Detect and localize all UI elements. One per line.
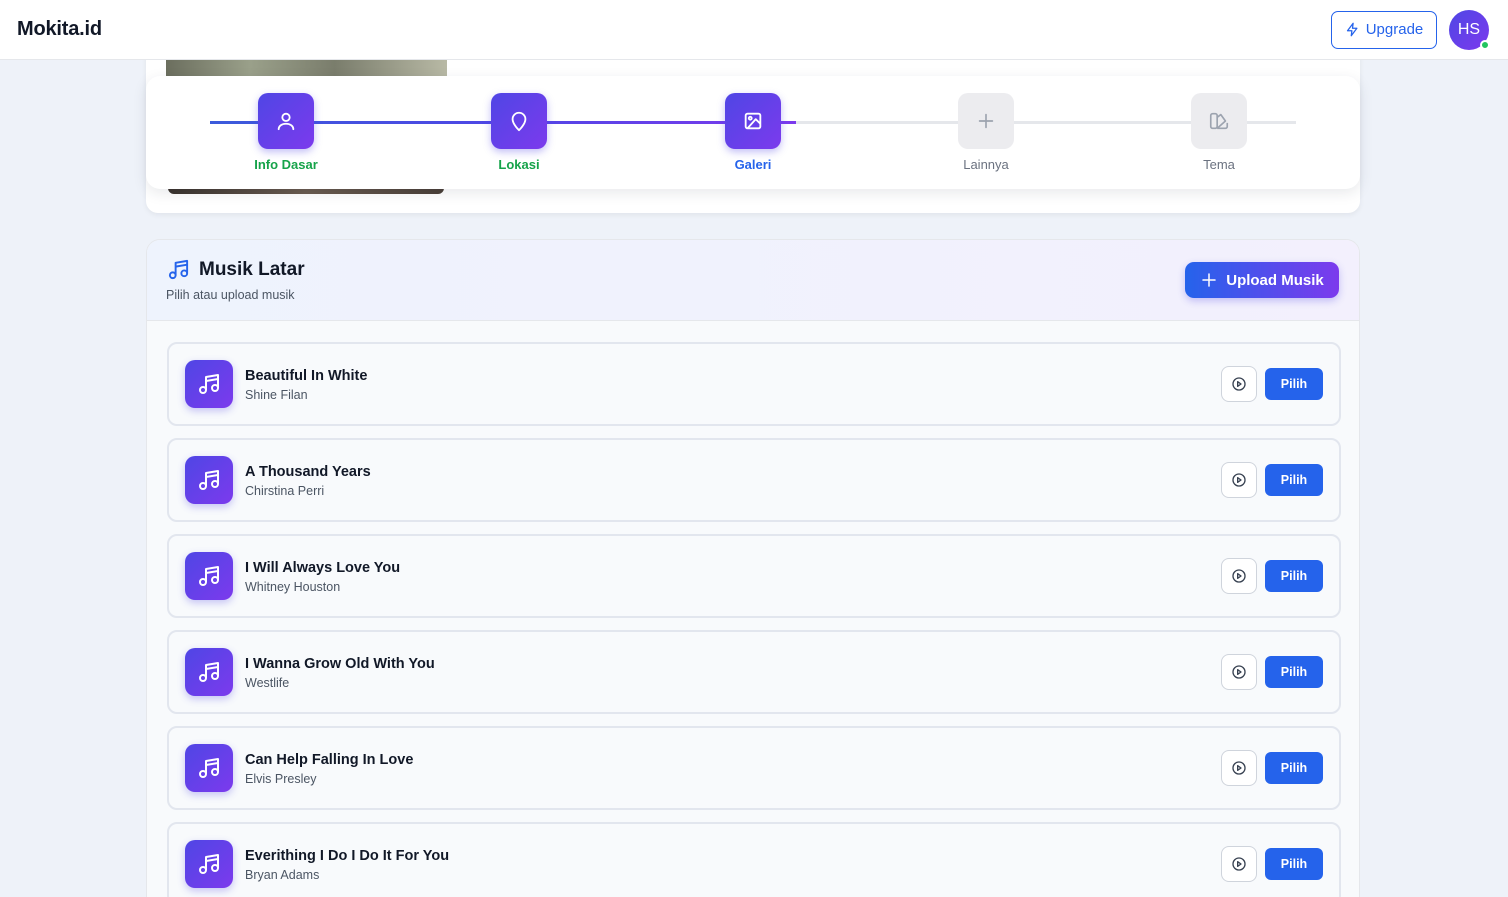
step-label: Lainnya <box>963 157 1009 172</box>
play-preview-button[interactable] <box>1221 654 1257 690</box>
select-song-button[interactable]: Pilih <box>1265 560 1323 592</box>
play-circle-icon <box>1232 473 1246 487</box>
plus-icon <box>978 113 994 129</box>
step-lokasi[interactable]: Lokasi <box>459 93 579 172</box>
song-title: Can Help Falling In Love <box>245 752 414 768</box>
play-circle-icon <box>1232 857 1246 871</box>
select-song-button[interactable]: Pilih <box>1265 656 1323 688</box>
song-icon-box <box>185 840 233 888</box>
music-note-icon <box>199 566 219 586</box>
play-preview-button[interactable] <box>1221 462 1257 498</box>
upload-music-label: Upload Musik <box>1226 271 1324 289</box>
play-circle-icon <box>1232 569 1246 583</box>
header-actions: Upgrade HS <box>1331 9 1490 50</box>
step-galeri[interactable]: Galeri <box>693 93 813 172</box>
play-preview-button[interactable] <box>1221 846 1257 882</box>
song-icon-box <box>185 648 233 696</box>
play-preview-button[interactable] <box>1221 750 1257 786</box>
palette-icon <box>1209 112 1229 130</box>
song-artist: Westlife <box>245 676 290 690</box>
step-icon-box <box>725 93 781 149</box>
plus-icon <box>1202 273 1216 287</box>
music-section: Musik Latar Pilih atau upload musik Uplo… <box>146 239 1360 897</box>
top-navbar: Mokita.id Upgrade HS <box>0 0 1508 60</box>
song-artist: Bryan Adams <box>245 868 320 882</box>
music-section-header: Musik Latar Pilih atau upload musik Uplo… <box>147 240 1359 321</box>
play-circle-icon <box>1232 665 1246 679</box>
section-subtitle: Pilih atau upload musik <box>166 288 295 302</box>
section-title: Musik Latar <box>199 258 305 280</box>
song-item[interactable]: Can Help Falling In Love Elvis Presley P… <box>167 726 1341 810</box>
song-title: Beautiful In White <box>245 368 368 384</box>
step-label: Lokasi <box>498 157 540 172</box>
song-icon-box <box>185 552 233 600</box>
song-title: Everithing I Do I Do It For You <box>245 848 450 864</box>
music-note-icon <box>168 259 189 280</box>
upgrade-label: Upgrade <box>1365 21 1424 38</box>
song-title: I Wanna Grow Old With You <box>245 656 435 672</box>
music-note-icon <box>199 470 219 490</box>
gallery-photo[interactable] <box>166 60 447 76</box>
avatar[interactable]: HS <box>1449 9 1490 50</box>
brand-logo[interactable]: Mokita.id <box>17 18 102 41</box>
play-circle-icon <box>1232 377 1246 391</box>
play-preview-button[interactable] <box>1221 366 1257 402</box>
song-artist: Shine Filan <box>245 388 308 402</box>
music-note-icon <box>199 662 219 682</box>
select-song-button[interactable]: Pilih <box>1265 848 1323 880</box>
music-note-icon <box>199 758 219 778</box>
step-icon-box <box>491 93 547 149</box>
user-icon <box>277 112 295 131</box>
online-status-dot <box>1480 39 1490 50</box>
select-song-button[interactable]: Pilih <box>1265 368 1323 400</box>
song-icon-box <box>185 456 233 504</box>
song-list: Beautiful In White Shine Filan Pilih A T… <box>167 342 1341 897</box>
upload-music-button[interactable]: Upload Musik <box>1185 262 1339 298</box>
image-icon <box>744 112 762 130</box>
music-title-row: Musik Latar <box>167 258 305 281</box>
step-icon-box <box>1191 93 1247 149</box>
step-icon-box <box>258 93 314 149</box>
step-info-dasar[interactable]: Info Dasar <box>226 93 346 172</box>
select-song-button[interactable]: Pilih <box>1265 464 1323 496</box>
song-icon-box <box>185 744 233 792</box>
play-preview-button[interactable] <box>1221 558 1257 594</box>
song-item[interactable]: A Thousand Years Chirstina Perri Pilih <box>167 438 1341 522</box>
song-item[interactable]: I Wanna Grow Old With You Westlife Pilih <box>167 630 1341 714</box>
step-label: Info Dasar <box>254 157 318 172</box>
upgrade-button[interactable]: Upgrade <box>1331 10 1437 49</box>
song-item[interactable]: I Will Always Love You Whitney Houston P… <box>167 534 1341 618</box>
music-note-icon <box>199 374 219 394</box>
step-icon-box <box>958 93 1014 149</box>
lightning-icon <box>1346 22 1358 37</box>
song-title: I Will Always Love You <box>245 560 401 576</box>
avatar-initials: HS <box>1457 20 1481 38</box>
step-label: Tema <box>1203 157 1235 172</box>
song-artist: Elvis Presley <box>245 772 317 786</box>
map-pin-icon <box>511 111 527 132</box>
step-tema[interactable]: Tema <box>1159 93 1279 172</box>
song-item[interactable]: Everithing I Do I Do It For You Bryan Ad… <box>167 822 1341 897</box>
music-note-icon <box>199 854 219 874</box>
song-artist: Chirstina Perri <box>245 484 325 498</box>
song-icon-box <box>185 360 233 408</box>
step-lainnya[interactable]: Lainnya <box>926 93 1046 172</box>
song-artist: Whitney Houston <box>245 580 341 594</box>
play-circle-icon <box>1232 761 1246 775</box>
song-title: A Thousand Years <box>245 464 371 480</box>
song-item[interactable]: Beautiful In White Shine Filan Pilih <box>167 342 1341 426</box>
progress-stepper: Info Dasar Lokasi Galeri Lainnya Tema <box>146 76 1360 189</box>
select-song-button[interactable]: Pilih <box>1265 752 1323 784</box>
step-label: Galeri <box>734 157 772 172</box>
